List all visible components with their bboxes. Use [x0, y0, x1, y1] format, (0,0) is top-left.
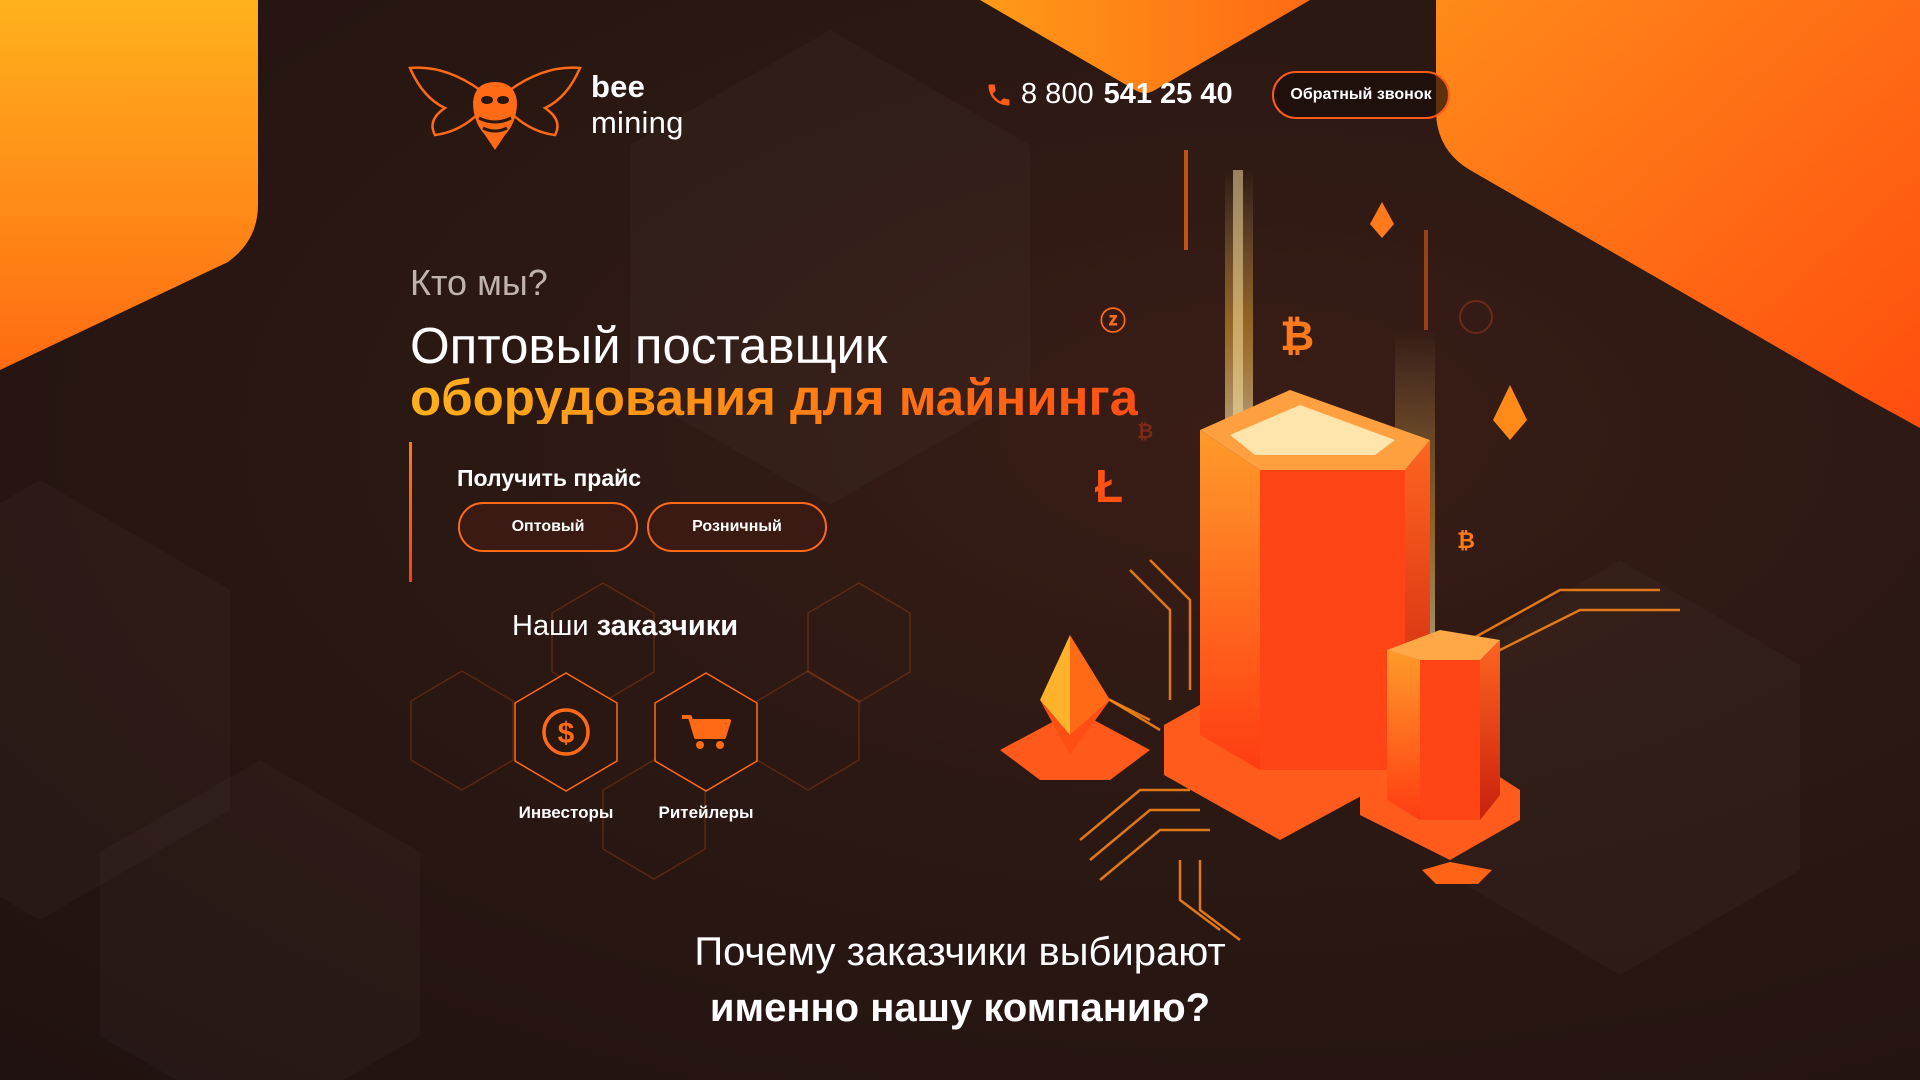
phone-prefix: 8 800 [1021, 78, 1094, 110]
why-title-line2: именно нашу компанию? [709, 986, 1211, 1030]
svg-text:₿: ₿ [1137, 421, 1153, 443]
brand-logo[interactable]: bee mining [405, 60, 745, 155]
retail-price-button[interactable]: Розничный [647, 502, 827, 552]
price-title: Получить прайс [457, 465, 642, 491]
svg-text:₿: ₿ [1457, 528, 1475, 553]
callback-button[interactable]: Обратный звонок [1272, 71, 1450, 119]
phone-number[interactable]: 8 800 541 25 40 [985, 78, 1233, 111]
svg-text:Ł: Ł [1095, 460, 1123, 512]
bee-logo-icon [408, 66, 582, 150]
hero-title: Оптовый поставщик оборудования для майни… [410, 320, 1138, 424]
svg-text:₿: ₿ [1280, 312, 1314, 359]
svg-text:$: $ [558, 717, 575, 750]
hero-title-line1: Оптовый поставщик [410, 317, 888, 374]
page-background: ₿ ⓩ Ł ₿ ₿ [0, 0, 1920, 1080]
phone-icon [988, 84, 1010, 105]
hero-title-line2: оборудования для майнинга [410, 369, 1139, 426]
client-label-retailers: Ритейлеры [658, 803, 754, 822]
price-accent-bar [409, 442, 412, 582]
why-title-line1: Почему заказчики выбирают [694, 930, 1226, 974]
clients-title: Наши заказчики [512, 610, 739, 642]
phone-main: 541 25 40 [1103, 78, 1233, 110]
background-hex-shapes: ₿ ⓩ Ł ₿ ₿ [0, 0, 1920, 941]
wholesale-price-button[interactable]: Оптовый [458, 502, 638, 552]
client-retailers-tile[interactable] [652, 671, 760, 793]
hero-eyebrow: Кто мы? [410, 262, 548, 303]
brand-name: bee mining [591, 68, 684, 140]
client-label-investors: Инвесторы [518, 803, 614, 822]
client-investors-tile[interactable]: $ [512, 671, 620, 793]
